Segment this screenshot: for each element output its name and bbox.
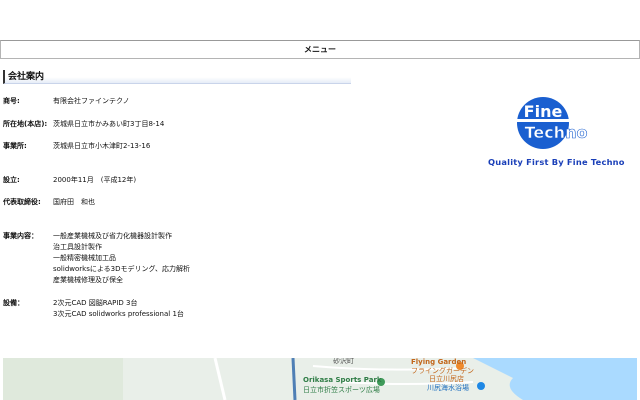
- equipment-item: 3次元CAD solidworks professional 1台: [53, 310, 184, 318]
- business-item: solidworksによる3Dモデリング、応力解析: [53, 265, 190, 273]
- company-name-label: 商号:: [3, 97, 20, 105]
- embedded-map[interactable]: 砂沢町 Flying Garden フライングガーデン 日立川尻店 Orikas…: [3, 358, 637, 400]
- business-item: 一般精密機械加工品: [53, 254, 116, 262]
- map-label-flying-garden[interactable]: Flying Garden: [411, 358, 466, 366]
- map-label-district: 砂沢町: [333, 358, 354, 365]
- map-label-sports-park-jp[interactable]: 日立市折笠スポーツ広場: [303, 385, 380, 395]
- logo-line2: Techno: [525, 123, 588, 142]
- logo-tagline: Quality First By Fine Techno: [488, 157, 625, 167]
- hq-value: 茨城県日立市かみあい町3丁目8-14: [53, 120, 165, 128]
- map-label-sports-park[interactable]: Orikasa Sports Park: [303, 376, 382, 384]
- menu-label[interactable]: メニュー: [304, 45, 336, 54]
- business-item: 治工具設計製作: [53, 243, 102, 251]
- established-label: 設立:: [3, 176, 20, 184]
- company-name-value: 有限会社ファインテクノ: [53, 97, 130, 105]
- business-list: 一般産業機械及び省力化機器設計製作 治工具設計製作 一般精密機械加工品 soli…: [53, 231, 190, 286]
- map-park-area: [3, 358, 123, 400]
- equipment-item: 2次元CAD 図脳RAPID 3台: [53, 299, 138, 307]
- menu-bar[interactable]: メニュー: [0, 40, 640, 59]
- section-title: 会社案内: [3, 70, 351, 84]
- map-highway: [291, 358, 297, 400]
- ceo-value: 国府田 和也: [53, 198, 95, 206]
- office-value: 茨城県日立市小木津町2-13-16: [53, 142, 151, 150]
- equipment-label: 設備：: [3, 299, 24, 307]
- business-item: 一般産業機械及び省力化機器設計製作: [53, 232, 172, 240]
- logo-line1: Fine: [524, 102, 563, 121]
- section-title-text: 会社案内: [8, 72, 45, 82]
- ceo-label: 代表取締役:: [3, 198, 41, 206]
- office-label: 事業所:: [3, 142, 27, 150]
- hq-label: 所在地(本店):: [3, 120, 48, 128]
- business-item: 産業機械修理及び保全: [53, 276, 123, 284]
- equipment-list: 2次元CAD 図脳RAPID 3台 3次元CAD solidworks prof…: [53, 298, 184, 320]
- map-label-beach[interactable]: 川尻海水浴場: [427, 383, 469, 393]
- established-value: 2000年11月 (平成12年): [53, 176, 137, 184]
- business-label: 事業内容：: [3, 232, 38, 240]
- poi-beach-icon[interactable]: [477, 382, 485, 390]
